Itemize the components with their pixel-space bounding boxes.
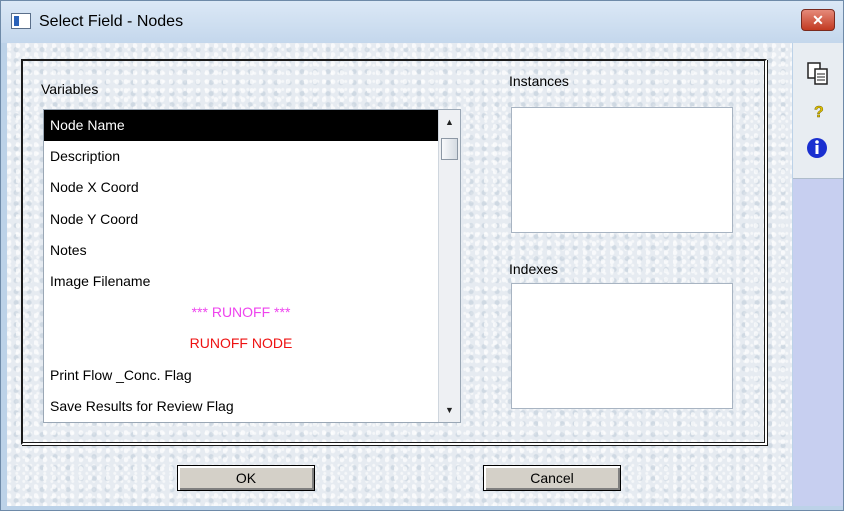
info-icon[interactable] [805,135,831,161]
cancel-button[interactable]: Cancel [483,465,621,491]
ok-button[interactable]: OK [177,465,315,491]
app-icon [11,13,31,29]
list-item[interactable]: Notes [44,235,438,266]
fields-groupbox: Variables Node Name Description Node X Coo… [21,59,767,445]
side-toolbar: ? [793,43,843,506]
help-icon[interactable]: ? [805,97,831,123]
title-bar[interactable]: Select Field - Nodes ✕ [1,1,843,43]
scroll-thumb[interactable] [441,138,458,160]
list-item[interactable]: Node X Coord [44,172,438,203]
svg-text:?: ? [814,104,824,121]
side-toolbar-panel [793,179,843,506]
list-item[interactable]: Print Flow _Conc. Flag [44,360,438,391]
side-toolbar-icons: ? [793,43,843,179]
list-item[interactable]: Image Filename [44,266,438,297]
indexes-listbox[interactable] [511,283,733,409]
scroll-up-icon[interactable]: ▲ [439,112,460,132]
close-button[interactable]: ✕ [801,9,835,31]
list-item[interactable]: Save Results for Review Flag [44,391,438,422]
scroll-down-icon[interactable]: ▼ [439,400,460,420]
variables-listbox[interactable]: Node Name Description Node X Coord Node Y C… [43,109,461,423]
list-item[interactable]: RUNOFF NODE [44,328,438,359]
variables-list: Node Name Description Node X Coord Node Y C… [44,110,438,422]
list-item[interactable]: *** RUNOFF *** [44,297,438,328]
list-item[interactable]: Description [44,141,438,172]
variables-scrollbar[interactable]: ▲ ▼ [438,110,460,422]
window-title: Select Field - Nodes [39,13,184,30]
list-item[interactable]: Node Name [44,110,438,142]
copy-icon[interactable] [805,61,831,87]
indexes-label: Indexes [509,261,559,277]
list-item[interactable]: Node Y Coord [44,204,438,235]
close-icon: ✕ [812,12,824,28]
variables-label: Variables [41,81,99,97]
instances-label: Instances [509,73,569,89]
dialog-window: Select Field - Nodes ✕ Variables Node Na… [0,0,844,511]
dialog-client-area: Variables Node Name Description Node X Coo… [7,43,792,506]
instances-listbox[interactable] [511,107,733,233]
